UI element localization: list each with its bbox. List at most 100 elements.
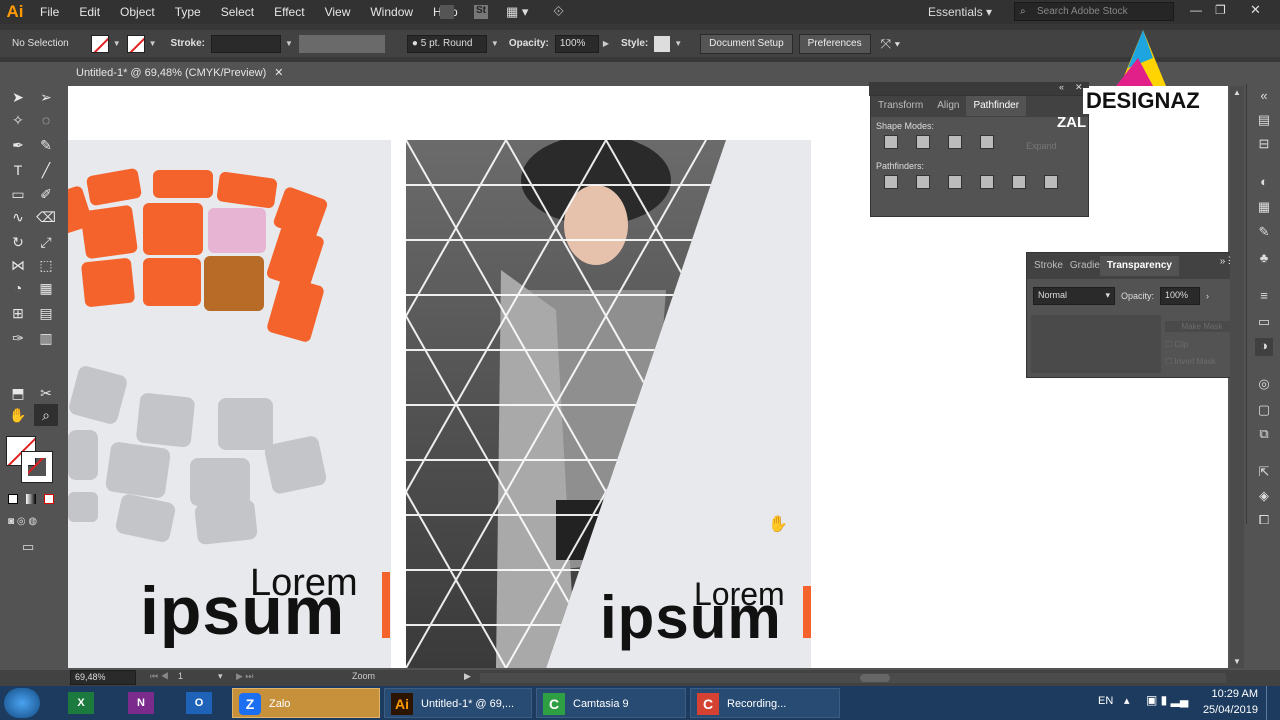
tab-pathfinder[interactable]: Pathfinder <box>966 96 1027 116</box>
stroke-weight-field[interactable]: ▼ <box>211 34 293 53</box>
blend-mode-select[interactable]: Normal ▾ <box>1033 287 1115 305</box>
slice-tool-icon[interactable]: ✂ <box>34 382 58 404</box>
outline-icon[interactable] <box>1012 175 1026 189</box>
artboard-tool-icon[interactable]: ⬒ <box>6 382 30 404</box>
magic-wand-icon[interactable]: ✧ <box>6 109 30 131</box>
menu-effect[interactable]: Effect <box>264 0 314 24</box>
fill-swatch-control[interactable]: ▼ <box>90 34 121 53</box>
variable-width-profile[interactable] <box>298 34 385 53</box>
none-mode-icon[interactable] <box>44 494 54 504</box>
transparency-icon[interactable]: ◑ <box>1255 338 1273 356</box>
bridge-icon[interactable] <box>440 5 454 19</box>
symbols-icon[interactable]: ♣ <box>1255 250 1273 268</box>
outlook-icon[interactable]: O <box>186 692 212 714</box>
make-mask-button[interactable]: Make Mask <box>1165 321 1239 332</box>
taskbar-recording[interactable]: C Recording... <box>690 688 840 718</box>
artboard-nav-prev-icon[interactable]: ⏮ ◀ <box>150 671 169 682</box>
vertical-scrollbar[interactable]: ▲ ▼ <box>1230 86 1244 668</box>
clip-checkbox[interactable]: ☐ Clip <box>1165 340 1239 349</box>
profile-dropdown[interactable] <box>298 34 385 53</box>
artboard-1[interactable]: Lorem ipsum <box>68 140 391 668</box>
collapse-dock-icon[interactable]: « <box>1255 88 1273 106</box>
tab-align[interactable]: Align <box>930 96 966 116</box>
chevron-down-icon[interactable]: ▾ <box>218 671 223 682</box>
appearance-icon[interactable]: ◎ <box>1255 376 1273 394</box>
color-mode-icon[interactable] <box>8 494 18 504</box>
taskbar-zalo[interactable]: Z Zalo <box>232 688 380 718</box>
menu-file[interactable]: File <box>30 0 69 24</box>
stock-search-input[interactable]: ⌕ Search Adobe Stock <box>1014 2 1174 21</box>
opacity-control[interactable]: 100% ▶ <box>554 34 609 53</box>
rectangle-tool-icon[interactable]: ▭ <box>6 183 30 205</box>
gpu-icon[interactable]: ⟐ <box>553 3 564 20</box>
rotate-tool-icon[interactable]: ↻ <box>6 231 30 253</box>
direct-selection-tool-icon[interactable]: ➢ <box>34 86 58 108</box>
export-icon[interactable]: ⇱ <box>1255 464 1273 482</box>
eraser-icon[interactable]: ⌫ <box>34 206 58 228</box>
language-indicator[interactable]: EN <box>1098 695 1113 707</box>
menu-view[interactable]: View <box>315 0 361 24</box>
brush-definition[interactable]: ● 5 pt. Round ▼ <box>406 34 499 53</box>
stroke-swatch-control[interactable]: ▼ <box>126 34 157 53</box>
document-tab[interactable]: Untitled-1* @ 69,48% (CMYK/Preview) ✕ <box>68 62 290 84</box>
perspective-grid-icon[interactable]: ▦ <box>34 277 58 299</box>
show-desktop-button[interactable] <box>1266 686 1280 720</box>
arrange-icon[interactable]: ⤧ ▾ <box>881 36 900 52</box>
close-tab-icon[interactable]: ✕ <box>274 67 283 79</box>
stroke-swatch[interactable] <box>126 34 145 53</box>
arrange-docs-icon[interactable]: ▦ ▾ <box>506 4 528 20</box>
curvature-icon[interactable]: ✎ <box>34 134 58 156</box>
zoom-tool-icon[interactable]: ⌕ <box>34 404 58 426</box>
zoom-level-field[interactable]: 69,48% <box>70 670 136 685</box>
crop-icon[interactable] <box>980 175 994 189</box>
invert-mask-checkbox[interactable]: ☐ Invert Mask <box>1165 357 1239 366</box>
shape-builder-icon[interactable]: ◔ <box>6 277 30 299</box>
close-button[interactable]: ✕ <box>1250 2 1261 18</box>
menu-object[interactable]: Object <box>110 0 165 24</box>
mesh-tool-icon[interactable]: ⊞ <box>6 302 30 324</box>
free-transform-icon[interactable]: ⬚ <box>34 254 58 276</box>
brushes-icon[interactable]: ✎ <box>1255 224 1273 242</box>
swatches-icon[interactable]: ▦ <box>1255 199 1273 217</box>
eyedropper-icon[interactable]: ✑ <box>6 327 30 349</box>
excel-icon[interactable]: X <box>68 692 94 714</box>
color-icon[interactable]: ◐ <box>1255 174 1273 192</box>
tab-stroke[interactable]: Stroke <box>1027 256 1070 276</box>
divide-icon[interactable] <box>884 175 898 189</box>
screen-mode-icon[interactable]: ▭ <box>22 539 34 555</box>
properties-icon[interactable]: ▤ <box>1255 112 1273 130</box>
menu-window[interactable]: Window <box>360 0 423 24</box>
menu-type[interactable]: Type <box>165 0 211 24</box>
opacity-input[interactable]: 100% <box>554 34 599 53</box>
restore-button[interactable]: ❐ <box>1215 3 1226 17</box>
width-tool-icon[interactable]: ⋈ <box>6 254 30 276</box>
gradient-tool-icon[interactable]: ▤ <box>34 302 58 324</box>
taskbar-camtasia[interactable]: C Camtasia 9 <box>536 688 686 718</box>
selection-tool-icon[interactable]: ➤ <box>6 86 30 108</box>
transparency-opacity-input[interactable]: 100% <box>1160 287 1201 305</box>
scale-tool-icon[interactable]: ⤢ <box>34 231 58 253</box>
fill-swatch[interactable] <box>90 34 109 53</box>
horizontal-scrollbar[interactable] <box>480 673 1226 683</box>
artboard-nav-next-icon[interactable]: ▶ ⏭ <box>236 671 254 682</box>
tab-gradient[interactable]: Gradie <box>1070 256 1100 276</box>
exclude-icon[interactable] <box>980 135 994 149</box>
tray-icons[interactable]: ▣ ▮ ▂▄ <box>1146 693 1188 707</box>
scroll-down-icon[interactable]: ▼ <box>1233 657 1241 666</box>
layers-icon[interactable]: ⧉ <box>1255 426 1273 444</box>
draw-mode-icon[interactable]: ◙ ◎ ◍ <box>8 516 37 527</box>
menu-edit[interactable]: Edit <box>69 0 110 24</box>
stock-icon[interactable]: St <box>474 5 488 19</box>
minimize-button[interactable]: — <box>1190 3 1202 17</box>
status-menu-icon[interactable]: ▶ <box>464 671 471 682</box>
graphic-styles-icon[interactable]: ▢ <box>1255 402 1273 420</box>
collapse-icon[interactable]: « <box>1059 82 1064 92</box>
start-button[interactable] <box>4 688 40 718</box>
hand-tool-icon[interactable]: ✋ <box>6 404 30 426</box>
preferences-button[interactable]: Preferences <box>798 33 871 54</box>
tray-arrow-icon[interactable]: ▴ <box>1124 694 1130 707</box>
artboard-number[interactable]: 1 <box>178 671 183 681</box>
scroll-thumb[interactable] <box>860 674 890 682</box>
clock-time[interactable]: 10:29 AM <box>1204 688 1258 700</box>
pathfinder-panel-header[interactable]: «✕ <box>869 82 1089 96</box>
